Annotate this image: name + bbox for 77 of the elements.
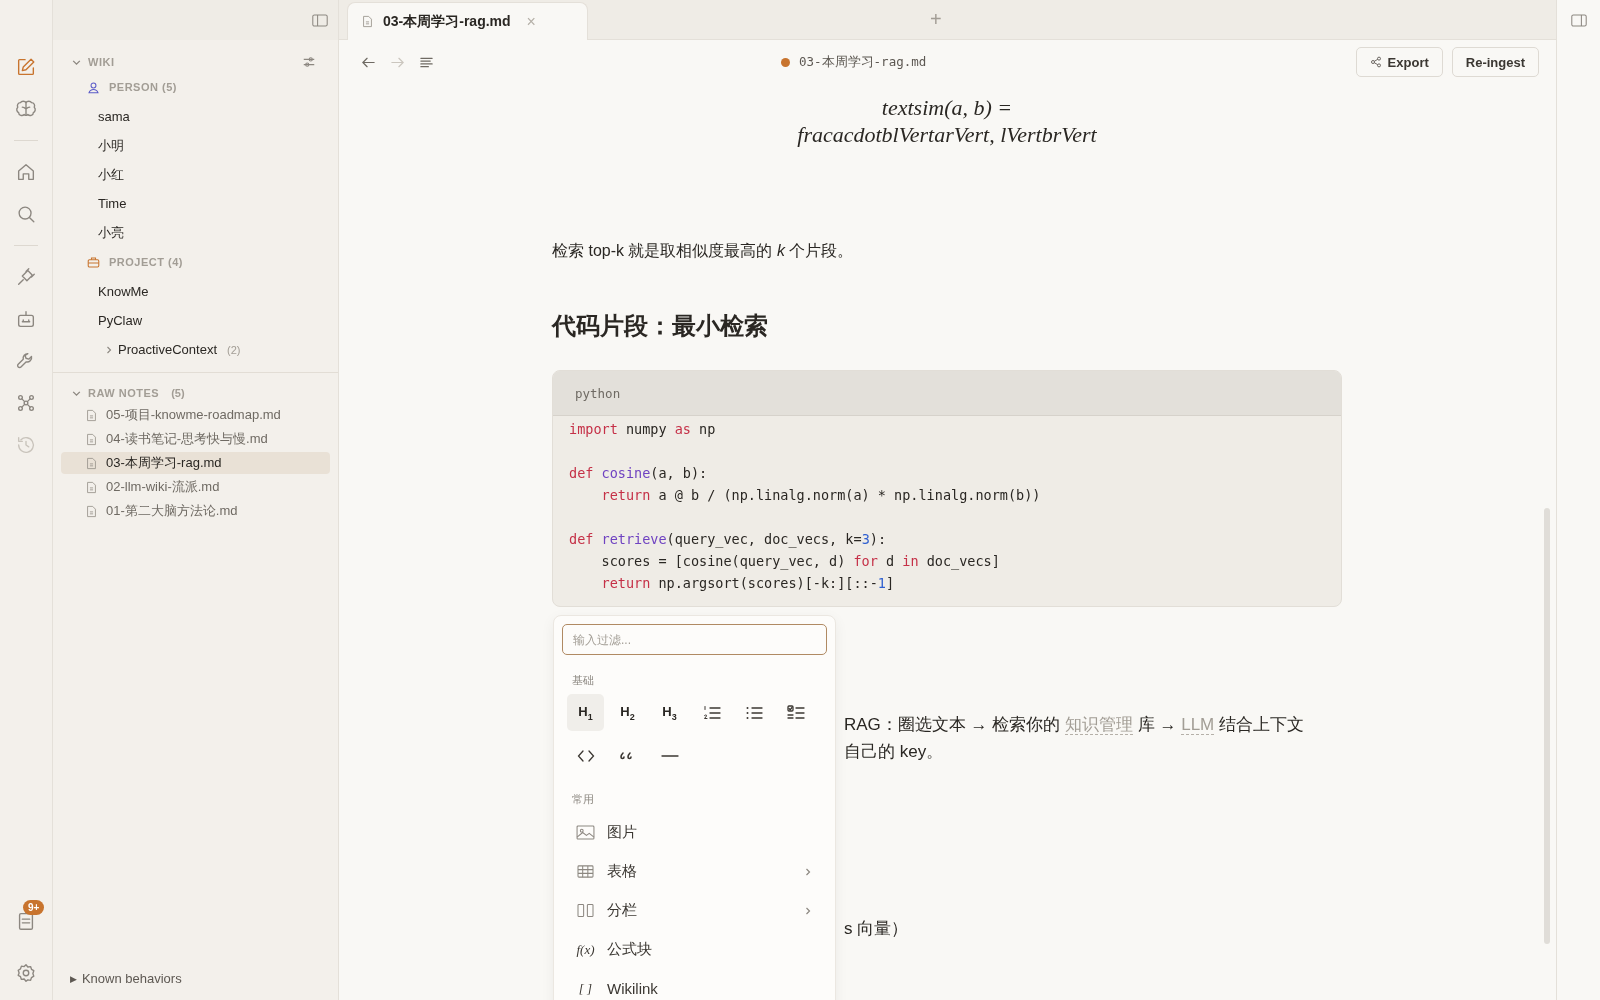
wiki-item[interactable]: 小红 [61, 160, 330, 189]
graph-icon[interactable] [15, 392, 37, 414]
briefcase-icon [87, 255, 100, 269]
code-line: def retrieve(query_vec, doc_vecs, k=3): [569, 530, 888, 550]
section-title: RAW NOTES [88, 387, 160, 399]
menu-item[interactable]: 分栏 [562, 891, 827, 930]
image-icon [576, 825, 595, 840]
code-line: import numpy as np [569, 420, 717, 439]
file-icon [362, 15, 373, 28]
code-language: python [575, 385, 621, 401]
home-icon[interactable] [15, 161, 37, 183]
code-line: scores = [cosine(query_vec, d) for d in doc_vecs] [600, 552, 1001, 572]
wiki-item[interactable]: Time [61, 189, 330, 218]
file-item[interactable]: 05-项目-knowme-roadmap.md [61, 404, 330, 426]
text-line: 自己的 key。 [844, 741, 945, 763]
numbered-list-icon [702, 704, 721, 721]
wiki-item[interactable]: sama [61, 102, 330, 131]
file-icon [86, 408, 97, 422]
wiki-item[interactable]: 小明 [61, 131, 330, 160]
bullet-list-icon [744, 704, 763, 721]
checklist-icon [786, 704, 805, 721]
heading-button[interactable]: H$_{2}$ [609, 694, 646, 731]
known-behaviors-toggle[interactable]: ▶ Known behaviors [61, 971, 330, 986]
file-icon [86, 432, 97, 446]
scrollbar[interactable] [1544, 508, 1550, 944]
group-title: PROJECT (4) [109, 256, 183, 268]
wiki-item[interactable]: 小亮 [61, 218, 330, 247]
filter-field[interactable]: 输入过滤... [562, 624, 827, 655]
section-count: (5) [171, 387, 185, 399]
text-line: s 向量） [844, 918, 910, 940]
menu-section-title: 基础 [572, 673, 595, 688]
person-icon [87, 80, 100, 94]
file-item[interactable]: 01-第二大脑方法论.md [61, 500, 330, 522]
columns-icon [576, 903, 595, 918]
file-item[interactable]: 03-本周学习-rag.md [61, 452, 330, 474]
chevron-icon[interactable] [104, 344, 114, 355]
notification-badge: 9+ [23, 900, 45, 915]
divider-icon [660, 754, 679, 757]
toolbar-button[interactable]: Re-ingest [1451, 47, 1539, 77]
file-name: 03-本周学习-rag.md [799, 53, 927, 71]
chevron-right-icon [803, 866, 813, 877]
editor-tab[interactable]: 03-本周学习-rag.md × [347, 2, 588, 40]
code-line: return a @ b / (np.linalg.norm(a) * np.linalg.norm(b)) [600, 486, 1042, 505]
chevron-right-icon [803, 905, 813, 916]
file-item[interactable]: 02-llm-wiki-流派.md [61, 476, 330, 498]
section-heading: 代码片段：最小检索 [552, 311, 769, 341]
file-icon [86, 480, 97, 494]
menu-item[interactable]: 图片 [562, 813, 827, 852]
wiki-item[interactable]: PyClaw [61, 306, 330, 335]
group-title: PERSON (5) [109, 81, 177, 93]
heading-button[interactable]: H$_{1}$ [567, 694, 604, 731]
code-line: return np.argsort(scores)[-k:][::-1] [600, 574, 896, 593]
sidebar-toggle-icon[interactable] [312, 13, 328, 27]
file-item[interactable]: 04-读书笔记-思考快与慢.md [61, 428, 330, 450]
menu-item[interactable]: [ ] Wikilink [562, 969, 827, 1000]
settings-icon[interactable] [15, 962, 37, 984]
section-title: WIKI [88, 56, 115, 68]
wiki-item[interactable]: KnowMe [61, 277, 330, 306]
right-panel-toggle-icon[interactable] [1570, 14, 1587, 27]
robot-icon[interactable] [15, 308, 37, 330]
heading-button[interactable]: H$_{3}$ [651, 694, 688, 731]
edit-icon[interactable] [15, 56, 37, 78]
paragraph: 检索 top-k 就是取相似度最高的 k 个片段。 [552, 241, 855, 261]
share-icon [1369, 56, 1382, 68]
wiki-item[interactable]: ProactiveContext (2) [61, 335, 330, 364]
plug-icon[interactable] [15, 266, 37, 288]
math-formula: textsim(a, b) = fracacdotblVertarVert, lVertbrVert [797, 94, 1097, 148]
menu-item[interactable]: 表格 [562, 852, 827, 891]
file-icon [86, 504, 97, 518]
menu-section-title: 常用 [572, 792, 595, 807]
sliders-icon[interactable] [302, 55, 316, 69]
code-line: def cosine(a, b): [569, 464, 709, 483]
file-icon [86, 456, 97, 470]
table-icon [576, 864, 595, 879]
text-line: RAG：圈选文本 → 检索你的 知识管理 库 → LLM 结合上下文 [844, 714, 1305, 737]
menu-item[interactable]: f(x) 公式块 [562, 930, 827, 969]
toolbar-button[interactable]: Export [1355, 47, 1443, 77]
